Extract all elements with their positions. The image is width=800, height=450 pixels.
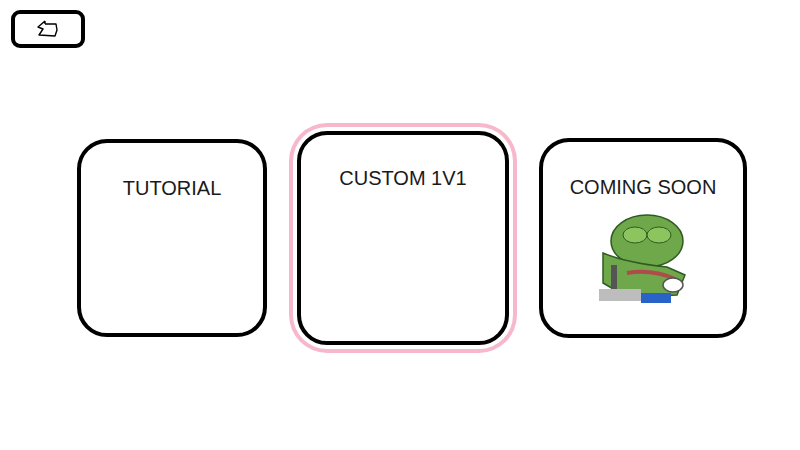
- card-title: COMING SOON: [570, 176, 717, 199]
- header: [0, 0, 800, 48]
- mode-card[interactable]: COMING SOON: [539, 138, 747, 338]
- copium-meme-icon: [597, 213, 689, 305]
- back-arrow-icon: [31, 18, 65, 40]
- back-button[interactable]: [11, 10, 85, 48]
- mode-card[interactable]: TUTORIAL: [77, 139, 267, 337]
- card-title: TUTORIAL: [123, 177, 222, 200]
- card-title: CUSTOM 1V1: [339, 167, 466, 190]
- menu-screen: TUTORIAL CUSTOM 1V1 COMING SOON: [0, 0, 800, 450]
- mode-card[interactable]: CUSTOM 1V1: [297, 131, 509, 345]
- mode-cards: TUTORIAL CUSTOM 1V1 COMING SOON: [0, 48, 800, 450]
